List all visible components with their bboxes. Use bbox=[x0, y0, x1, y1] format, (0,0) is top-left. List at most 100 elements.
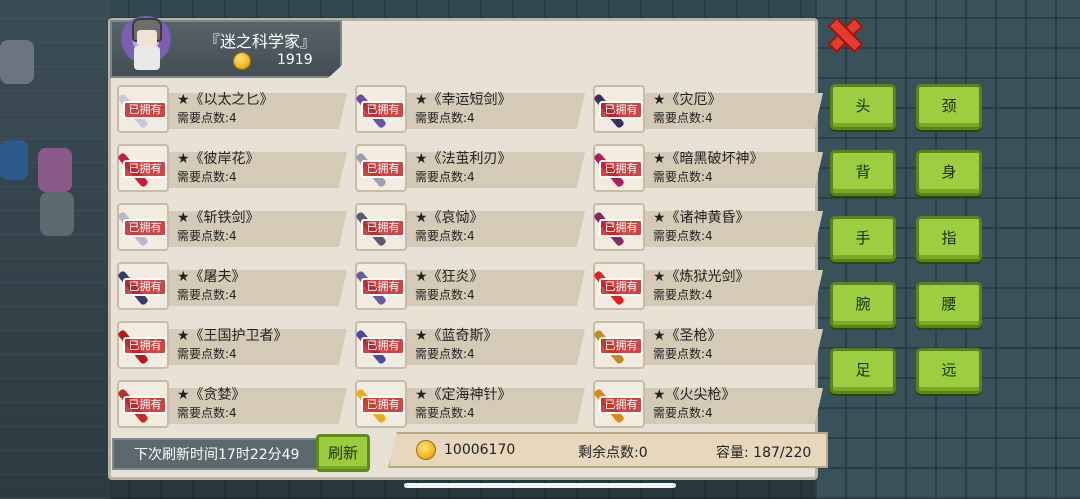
item-cost: 需要点数:4 bbox=[177, 111, 237, 125]
item-cost: 需要点数:4 bbox=[653, 229, 713, 243]
category-button-neck[interactable]: 颈 bbox=[916, 84, 982, 130]
item-cost: 需要点数:4 bbox=[415, 347, 475, 361]
weapon-icon[interactable]: 已拥有 bbox=[593, 262, 645, 310]
item-name: ★《诸神黄昏》 bbox=[653, 210, 750, 226]
category-button-wrist[interactable]: 腕 bbox=[830, 282, 896, 328]
close-icon[interactable] bbox=[826, 16, 860, 50]
item-cost: 需要点数:4 bbox=[653, 347, 713, 361]
category-button-back[interactable]: 背 bbox=[830, 150, 896, 196]
weapon-item[interactable]: 已拥有 ★《彼岸花》 需要点数:4 bbox=[117, 144, 347, 192]
avatar-body bbox=[134, 46, 160, 70]
weapon-icon[interactable]: 已拥有 bbox=[355, 262, 407, 310]
item-cost: 需要点数:4 bbox=[177, 288, 237, 302]
weapon-item[interactable]: 已拥有 ★《暗黑破坏神》 需要点数:4 bbox=[593, 144, 823, 192]
item-name: ★《斩铁剑》 bbox=[177, 210, 260, 226]
weapon-item[interactable]: 已拥有 ★《贪婪》需要点数:4 bbox=[117, 380, 347, 428]
owned-stamp: 已拥有 bbox=[123, 396, 167, 414]
shop-panel: 已拥有 ★《以太之匕》 需要点数:4 已拥有 ★《幸运短剑》 需要点数:4 已拥有 ★《灾厄》… bbox=[108, 18, 823, 480]
category-button-ranged[interactable]: 远 bbox=[916, 348, 982, 394]
weapon-item[interactable]: 已拥有 ★《哀恸》需要点数:4 bbox=[355, 203, 585, 251]
gold-amount: 1919 bbox=[277, 52, 313, 68]
weapon-item[interactable]: 已拥有 ★《定海神针》 需要点数:4 bbox=[355, 380, 585, 428]
weapon-icon[interactable]: 已拥有 bbox=[355, 321, 407, 369]
item-name: ★《贪婪》 bbox=[177, 387, 246, 403]
weapon-item[interactable]: 已拥有 ★《诸神黄昏》 需要点数:4 bbox=[593, 203, 823, 251]
owned-stamp: 已拥有 bbox=[123, 160, 167, 178]
weapon-item[interactable]: 已拥有 ★《斩铁剑》 需要点数:4 bbox=[117, 203, 347, 251]
weapon-icon[interactable]: 已拥有 bbox=[117, 380, 169, 428]
item-name: ★《灾厄》 bbox=[653, 92, 722, 108]
item-name: ★《王国护卫者》 bbox=[177, 328, 288, 344]
weapon-icon[interactable]: 已拥有 bbox=[355, 144, 407, 192]
weapon-icon[interactable]: 已拥有 bbox=[593, 203, 645, 251]
category-button-finger[interactable]: 指 bbox=[916, 216, 982, 262]
weapon-icon[interactable]: 已拥有 bbox=[117, 262, 169, 310]
avatar-face bbox=[137, 30, 157, 46]
weapon-item[interactable]: 已拥有 ★《屠夫》需要点数:4 bbox=[117, 262, 347, 310]
weapon-icon[interactable]: 已拥有 bbox=[593, 85, 645, 133]
weapon-item[interactable]: 已拥有 ★《幸运短剑》 需要点数:4 bbox=[355, 85, 585, 133]
money-amount: 10006170 bbox=[444, 442, 516, 458]
owned-stamp: 已拥有 bbox=[599, 160, 643, 178]
weapon-icon[interactable]: 已拥有 bbox=[117, 203, 169, 251]
weapon-icon[interactable]: 已拥有 bbox=[593, 321, 645, 369]
weapon-icon[interactable]: 已拥有 bbox=[355, 203, 407, 251]
item-name: ★《屠夫》 bbox=[177, 269, 246, 285]
category-button-body[interactable]: 身 bbox=[916, 150, 982, 196]
category-button-hand[interactable]: 手 bbox=[830, 216, 896, 262]
item-grid: 已拥有 ★《以太之匕》 需要点数:4 已拥有 ★《幸运短剑》 需要点数:4 已拥有 ★《灾厄》… bbox=[117, 85, 823, 428]
owned-stamp: 已拥有 bbox=[361, 396, 405, 414]
item-cost: 需要点数:4 bbox=[415, 170, 475, 184]
item-cost: 需要点数:4 bbox=[653, 170, 713, 184]
gold-coin-icon bbox=[416, 440, 436, 460]
owned-stamp: 已拥有 bbox=[599, 219, 643, 237]
owned-stamp: 已拥有 bbox=[361, 219, 405, 237]
owned-stamp: 已拥有 bbox=[123, 219, 167, 237]
item-name: ★《哀恸》 bbox=[415, 210, 484, 226]
remaining-points: 剩余点数:0 bbox=[578, 445, 648, 461]
item-cost: 需要点数:4 bbox=[653, 406, 713, 420]
weapon-icon[interactable]: 已拥有 bbox=[355, 380, 407, 428]
refresh-button[interactable]: 刷新 bbox=[316, 434, 370, 472]
weapon-item[interactable]: 已拥有 ★《法茧利刃》 需要点数:4 bbox=[355, 144, 585, 192]
item-cost: 需要点数:4 bbox=[177, 406, 237, 420]
npc-figure bbox=[40, 192, 74, 236]
weapon-item[interactable]: 已拥有 ★《炼狱光剑》 需要点数:4 bbox=[593, 262, 823, 310]
home-indicator bbox=[404, 483, 676, 488]
owned-stamp: 已拥有 bbox=[123, 337, 167, 355]
gold-coin-icon bbox=[233, 52, 251, 70]
owned-stamp: 已拥有 bbox=[361, 101, 405, 119]
weapon-icon[interactable]: 已拥有 bbox=[593, 144, 645, 192]
weapon-icon[interactable]: 已拥有 bbox=[117, 85, 169, 133]
item-name: ★《火尖枪》 bbox=[653, 387, 736, 403]
item-cost: 需要点数:4 bbox=[415, 288, 475, 302]
weapon-item[interactable]: 已拥有 ★《狂炎》需要点数:4 bbox=[355, 262, 585, 310]
item-name: ★《定海神针》 bbox=[415, 387, 512, 403]
weapon-item[interactable]: 已拥有 ★《圣枪》 需要点数:4 bbox=[593, 321, 823, 369]
weapon-icon[interactable]: 已拥有 bbox=[593, 380, 645, 428]
npc-figure bbox=[0, 40, 34, 84]
item-cost: 需要点数:4 bbox=[415, 229, 475, 243]
item-name: ★《炼狱光剑》 bbox=[653, 269, 750, 285]
character-title: 『迷之科学家』 bbox=[204, 32, 317, 51]
weapon-item[interactable]: 已拥有 ★《灾厄》 需要点数:4 bbox=[593, 85, 823, 133]
npc-figure bbox=[38, 148, 72, 192]
owned-stamp: 已拥有 bbox=[361, 160, 405, 178]
category-button-foot[interactable]: 足 bbox=[830, 348, 896, 394]
category-button-head[interactable]: 头 bbox=[830, 84, 896, 130]
item-name: ★《狂炎》 bbox=[415, 269, 484, 285]
owned-stamp: 已拥有 bbox=[599, 101, 643, 119]
machine-object bbox=[0, 140, 28, 180]
category-button-waist[interactable]: 腰 bbox=[916, 282, 982, 328]
weapon-item[interactable]: 已拥有 ★《火尖枪》 需要点数:4 bbox=[593, 380, 823, 428]
weapon-icon[interactable]: 已拥有 bbox=[355, 85, 407, 133]
owned-stamp: 已拥有 bbox=[599, 396, 643, 414]
weapon-item[interactable]: 已拥有 ★《王国护卫者》 需要点数:4 bbox=[117, 321, 347, 369]
weapon-icon[interactable]: 已拥有 bbox=[117, 321, 169, 369]
weapon-item[interactable]: 已拥有 ★《以太之匕》 需要点数:4 bbox=[117, 85, 347, 133]
weapon-item[interactable]: 已拥有 ★《蓝奇斯》 需要点数:4 bbox=[355, 321, 585, 369]
weapon-icon[interactable]: 已拥有 bbox=[117, 144, 169, 192]
item-name: ★《以太之匕》 bbox=[177, 92, 274, 108]
item-name: ★《幸运短剑》 bbox=[415, 92, 512, 108]
item-cost: 需要点数:4 bbox=[415, 406, 475, 420]
